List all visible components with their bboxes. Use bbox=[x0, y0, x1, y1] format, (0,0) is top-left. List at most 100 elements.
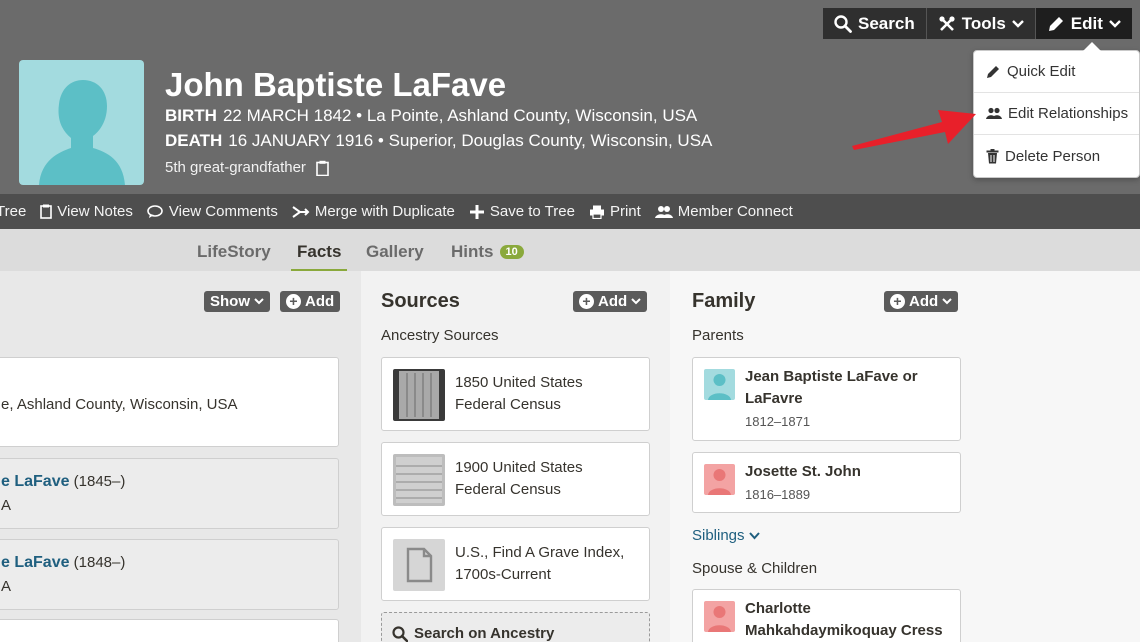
hints-count-badge: 10 bbox=[499, 245, 524, 259]
source-text: 1850 United States Federal Census bbox=[455, 372, 583, 416]
tools-icon bbox=[939, 15, 955, 31]
census-thumbnail bbox=[393, 454, 445, 506]
sibling-name-link[interactable]: e LaFave bbox=[1, 473, 69, 490]
siblings-toggle[interactable]: Siblings bbox=[692, 527, 760, 544]
pencil-icon bbox=[1048, 16, 1063, 31]
parent-card-mother[interactable]: Josette St. John 1816–1889 bbox=[692, 452, 961, 513]
sources-column: Sources + Add Ancestry Sources 1850 Unit… bbox=[361, 271, 670, 642]
chevron-down-icon bbox=[1011, 19, 1024, 28]
tools-label: Tools bbox=[961, 13, 1006, 33]
family-column: Family + Add Parents Jean Baptiste LaFav… bbox=[670, 271, 1140, 642]
profile-tabs: LifeStory Facts Gallery Hints 10 bbox=[0, 229, 1140, 272]
source-card[interactable]: U.S., Find A Grave Index, 1700s-Current bbox=[381, 527, 650, 601]
spouse-children-label: Spouse & Children bbox=[692, 560, 818, 577]
mother-years: 1816–1889 bbox=[745, 487, 811, 502]
comments-icon bbox=[147, 204, 163, 218]
search-on-ancestry-label: Search on Ancestry bbox=[414, 625, 555, 642]
top-toolbar: Search Tools Edit bbox=[823, 8, 1132, 39]
profile-header: John Baptiste LaFave BIRTH 22 MARCH 1842 … bbox=[0, 0, 1140, 194]
birth-fact: BIRTH 22 MARCH 1842 • La Pointe, Ashland … bbox=[165, 106, 697, 126]
male-silhouette-icon bbox=[708, 374, 731, 400]
birth-label: BIRTH bbox=[165, 106, 217, 125]
add-family-button[interactable]: + Add bbox=[884, 291, 959, 312]
delete-person-item[interactable]: Delete Person bbox=[974, 135, 1139, 177]
sibling-name-link[interactable]: e LaFave bbox=[1, 554, 69, 571]
chevron-down-icon bbox=[254, 298, 264, 305]
death-value: 16 JANUARY 1916 • Superior, Douglas Coun… bbox=[228, 131, 713, 150]
tree-label: Tree bbox=[0, 203, 27, 220]
clipboard-icon[interactable] bbox=[316, 160, 329, 176]
member-connect-link[interactable]: Member Connect bbox=[654, 203, 793, 220]
view-comments-label: View Comments bbox=[168, 203, 278, 220]
add-source-label: Add bbox=[598, 293, 628, 310]
pencil-icon bbox=[987, 66, 999, 78]
male-silhouette-icon bbox=[39, 80, 125, 185]
tab-gallery[interactable]: Gallery bbox=[366, 242, 424, 262]
search-icon bbox=[834, 14, 852, 33]
clipboard-icon bbox=[40, 204, 53, 219]
quick-edit-label: Quick Edit bbox=[1007, 63, 1076, 80]
view-notes-label: View Notes bbox=[57, 203, 133, 220]
search-button[interactable]: Search bbox=[823, 8, 927, 39]
print-link[interactable]: Print bbox=[589, 203, 641, 220]
source-line-1: 1850 United States bbox=[455, 374, 583, 391]
people-icon bbox=[654, 205, 673, 218]
fact-place: e, Ashland County, Wisconsin, USA bbox=[1, 396, 238, 413]
sibling-line: e LaFave (1845–) bbox=[1, 471, 125, 493]
merge-icon bbox=[292, 205, 310, 218]
merge-duplicate-link[interactable]: Merge with Duplicate bbox=[292, 203, 455, 220]
chevron-down-icon bbox=[748, 531, 760, 539]
search-icon bbox=[392, 625, 408, 642]
red-arrow-annotation bbox=[852, 110, 976, 150]
add-source-button[interactable]: + Add bbox=[573, 291, 648, 312]
view-notes-link[interactable]: View Notes bbox=[40, 203, 133, 220]
death-fact: DEATH 16 JANUARY 1916 • Superior, Douglas… bbox=[165, 131, 712, 151]
sibling-card[interactable]: e LaFave (1845–) A bbox=[0, 458, 339, 529]
parent-card-father[interactable]: Jean Baptiste LaFave or LaFavre 1812–187… bbox=[692, 357, 961, 441]
source-text: U.S., Find A Grave Index, 1700s-Current bbox=[455, 542, 624, 586]
edit-button[interactable]: Edit bbox=[1035, 8, 1132, 39]
spouse-card[interactable]: Charlotte Mahkahdaymikoquay Cress bbox=[692, 589, 961, 642]
death-label: DEATH bbox=[165, 131, 223, 150]
sibling-sub: A bbox=[1, 578, 12, 595]
birth-value: 22 MARCH 1842 • La Pointe, Ashland Count… bbox=[222, 106, 698, 125]
relationship-line: 5th great-grandfather bbox=[165, 159, 329, 176]
father-name: Jean Baptiste LaFave or LaFavre bbox=[745, 368, 918, 407]
tab-lifestory[interactable]: LifeStory bbox=[197, 242, 271, 262]
sources-title: Sources bbox=[381, 290, 460, 312]
sibling-card[interactable]: e LaFave (1848–) A bbox=[0, 539, 339, 610]
save-to-tree-link[interactable]: Save to Tree bbox=[469, 203, 575, 220]
edit-relationships-item[interactable]: Edit Relationships bbox=[974, 93, 1139, 135]
people-icon bbox=[986, 107, 1002, 119]
show-button[interactable]: Show bbox=[204, 291, 270, 312]
birth-fact-card[interactable]: e, Ashland County, Wisconsin, USA bbox=[0, 357, 339, 447]
document-thumbnail bbox=[393, 539, 445, 591]
quick-edit-item[interactable]: Quick Edit bbox=[974, 51, 1139, 93]
fact-card[interactable] bbox=[0, 619, 339, 642]
source-card[interactable]: 1850 United States Federal Census bbox=[381, 357, 650, 431]
add-fact-button[interactable]: + Add bbox=[280, 291, 341, 312]
census-page-icon bbox=[396, 457, 442, 503]
add-fact-label: Add bbox=[305, 293, 335, 310]
search-on-ancestry-link[interactable]: Search on Ancestry bbox=[392, 625, 554, 642]
search-on-ancestry-box[interactable]: Search on Ancestry bbox=[381, 612, 650, 642]
tab-facts[interactable]: Facts bbox=[290, 242, 348, 272]
tools-button[interactable]: Tools bbox=[926, 8, 1036, 39]
mother-name: Josette St. John bbox=[745, 463, 861, 480]
female-silhouette-icon bbox=[708, 606, 731, 632]
action-bar: Tree View Notes View Comments Merge with… bbox=[0, 194, 1140, 229]
sibling-line: e LaFave (1848–) bbox=[1, 552, 125, 574]
profile-photo[interactable] bbox=[19, 60, 144, 185]
tab-gallery-label: Gallery bbox=[366, 242, 424, 261]
circle-plus-icon: + bbox=[286, 294, 301, 309]
sibling-sub: A bbox=[1, 497, 12, 514]
ancestry-sources-label: Ancestry Sources bbox=[381, 327, 499, 344]
siblings-label: Siblings bbox=[692, 527, 745, 544]
source-card[interactable]: 1900 United States Federal Census bbox=[381, 442, 650, 516]
tab-lifestory-label: LifeStory bbox=[197, 242, 271, 261]
chevron-down-icon bbox=[631, 298, 641, 305]
view-comments-link[interactable]: View Comments bbox=[147, 203, 278, 220]
tree-link[interactable]: Tree bbox=[0, 203, 26, 220]
tab-hints[interactable]: Hints 10 bbox=[451, 242, 524, 262]
plus-icon bbox=[469, 204, 484, 219]
